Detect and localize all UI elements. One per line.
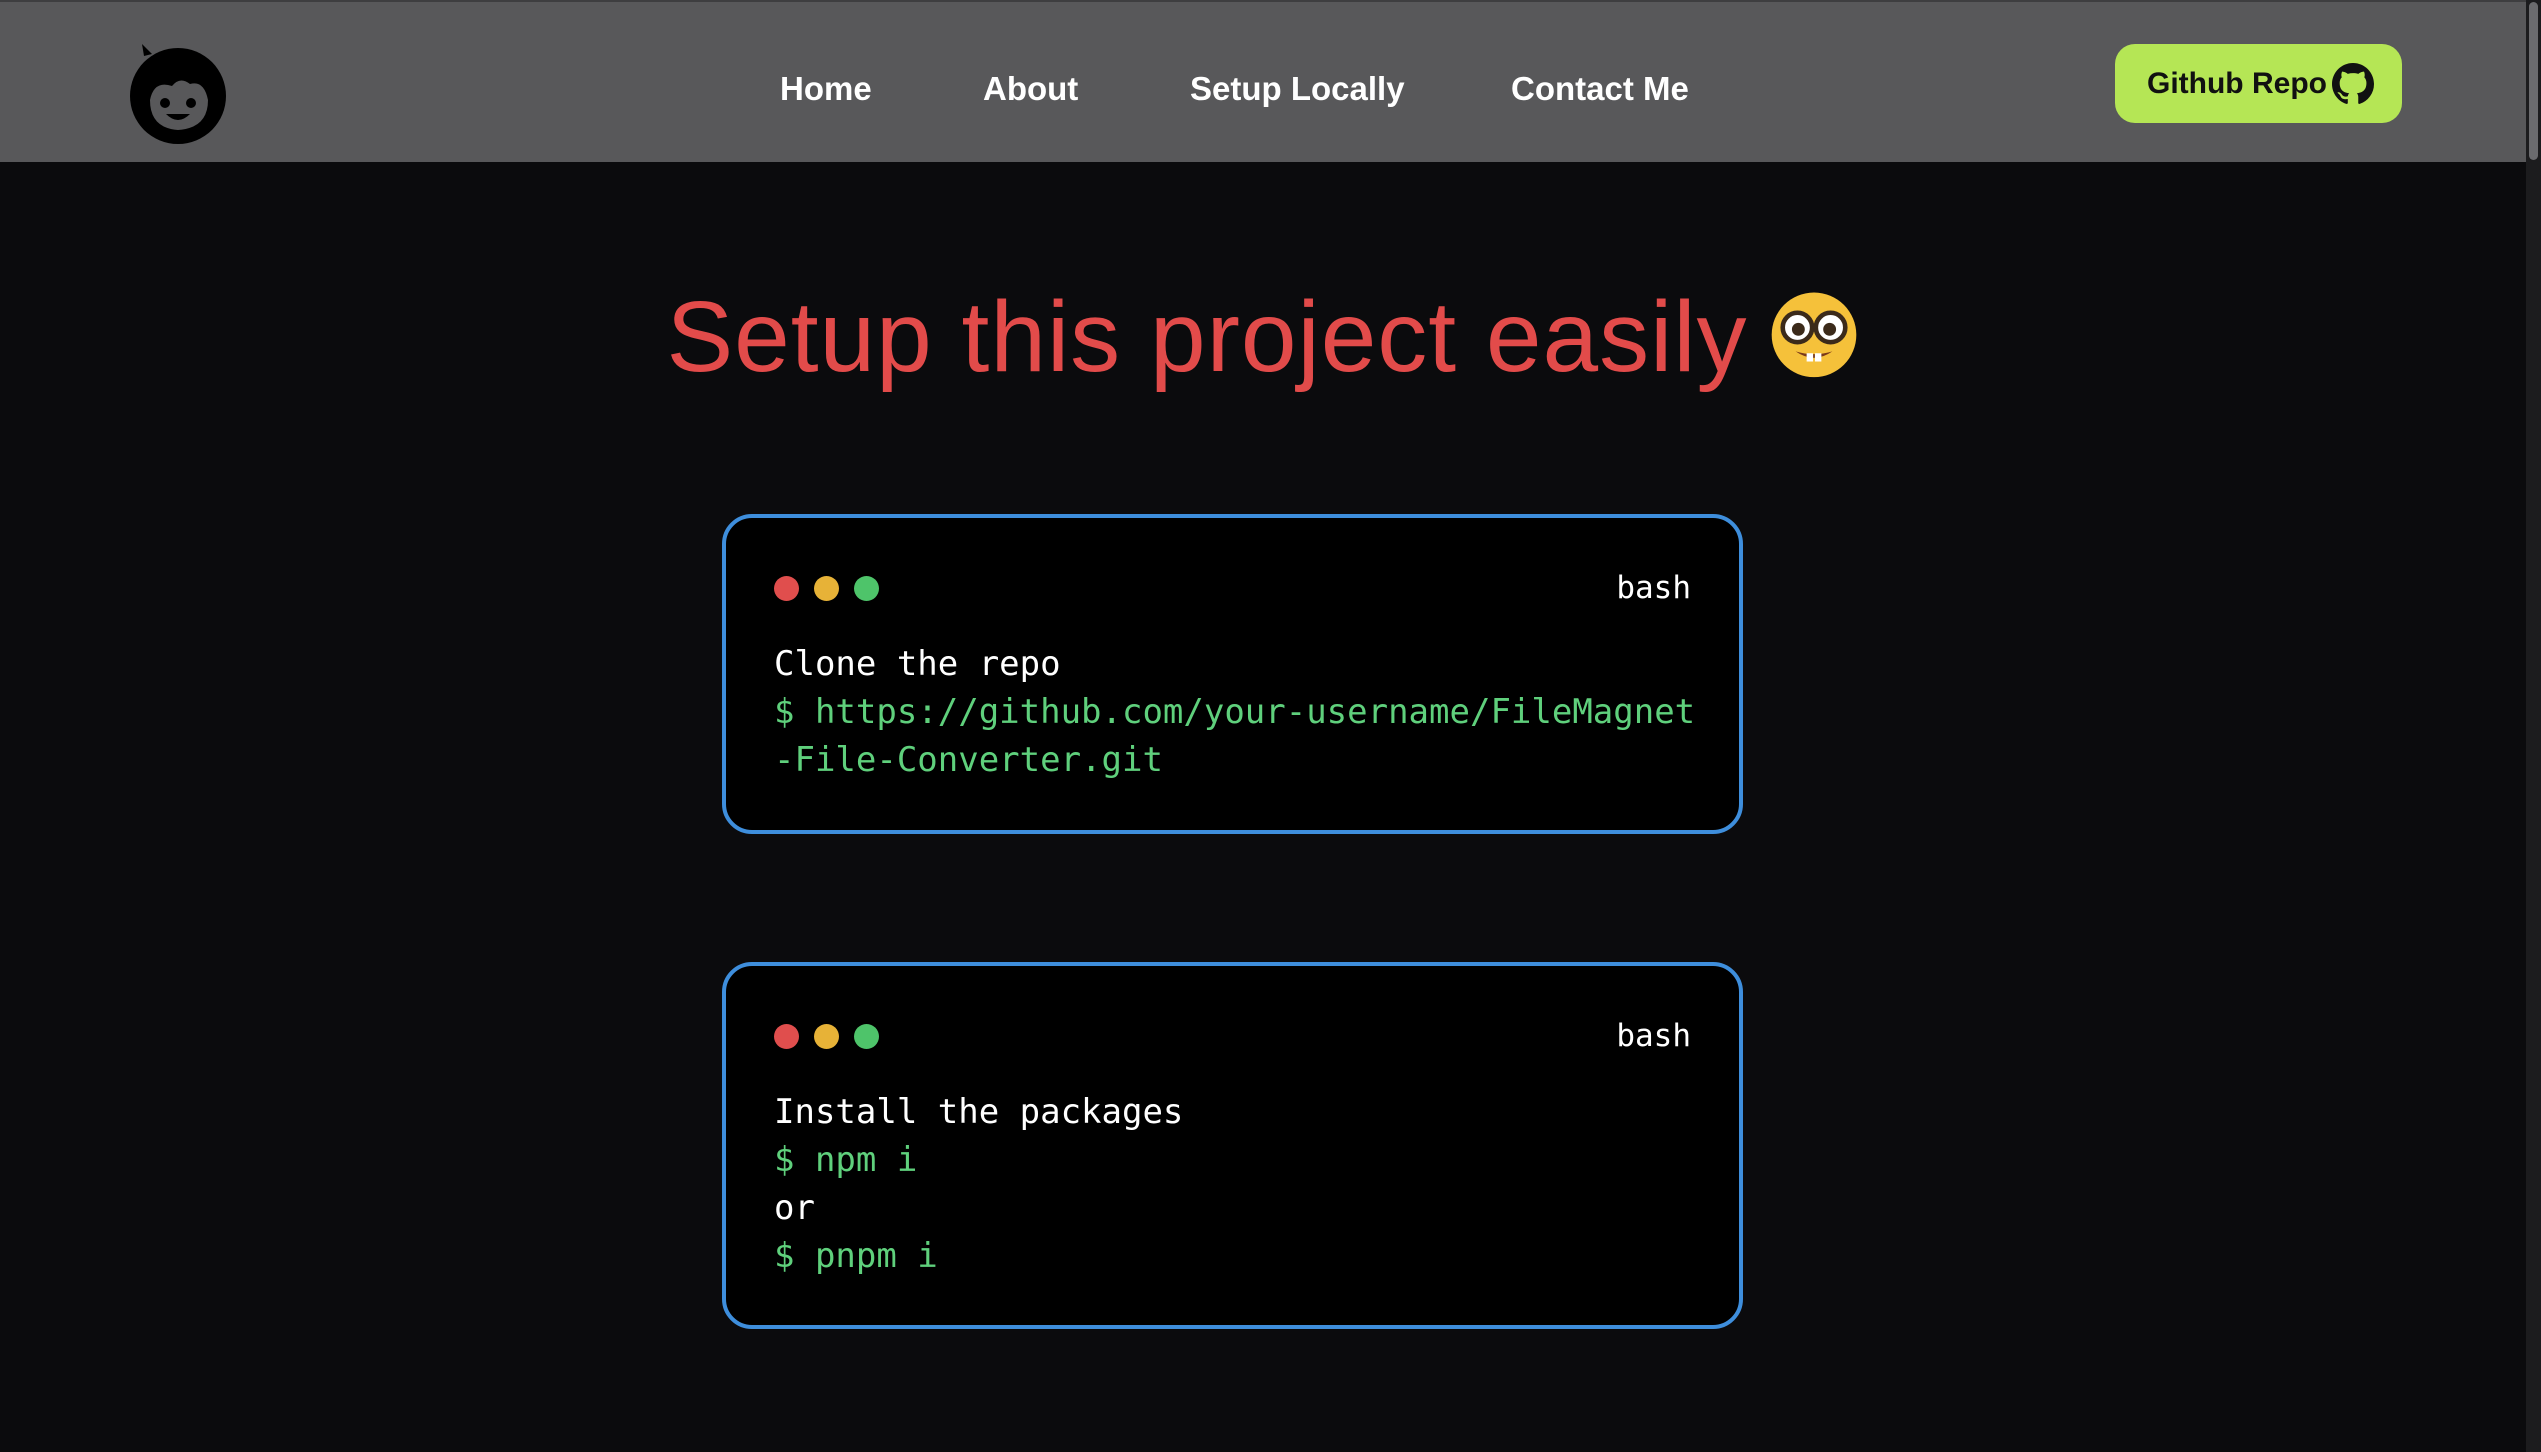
- step-description: Clone the repo: [774, 644, 1061, 684]
- minimize-dot: [814, 576, 839, 601]
- terminal-install: bash Install the packages $ npm i or $ p…: [722, 962, 1743, 1329]
- command-line-alt[interactable]: $ pnpm i: [774, 1232, 1699, 1280]
- github-repo-button[interactable]: Github Repo: [2115, 44, 2402, 123]
- page-title-text: Setup this project easily: [666, 281, 1748, 393]
- github-repo-label: Github Repo: [2147, 66, 2327, 100]
- nav-link-home[interactable]: Home: [780, 70, 872, 108]
- window-dots: [774, 576, 879, 601]
- code-block: Clone the repo $ https://github.com/your…: [774, 640, 1699, 784]
- maximize-dot: [854, 1024, 879, 1049]
- top-navbar: Home About Setup Locally Contact Me Gith…: [0, 0, 2526, 162]
- maximize-dot: [854, 576, 879, 601]
- minimize-dot: [814, 1024, 839, 1049]
- command-line[interactable]: $ npm i: [774, 1136, 1699, 1184]
- nav-link-contact-me[interactable]: Contact Me: [1511, 70, 1689, 108]
- nav-link-about[interactable]: About: [983, 70, 1078, 108]
- language-label: bash: [1616, 570, 1691, 606]
- nav-link-setup-locally[interactable]: Setup Locally: [1190, 70, 1405, 108]
- separator-text: or: [774, 1188, 815, 1228]
- command-line[interactable]: $ https://github.com/your-username/FileM…: [774, 688, 1699, 784]
- scrollbar-thumb[interactable]: [2529, 2, 2538, 160]
- close-dot: [774, 576, 799, 601]
- github-icon: [2332, 63, 2374, 104]
- language-label: bash: [1616, 1018, 1691, 1054]
- scrollbar[interactable]: [2526, 0, 2541, 1452]
- terminal-clone: bash Clone the repo $ https://github.com…: [722, 514, 1743, 834]
- step-description: Install the packages: [774, 1092, 1184, 1132]
- nerd-face-emoji: [1771, 292, 1856, 378]
- close-dot: [774, 1024, 799, 1049]
- code-block: Install the packages $ npm i or $ pnpm i: [774, 1088, 1699, 1280]
- window-dots: [774, 1024, 879, 1049]
- page-title: Setup this project easily: [0, 280, 2526, 395]
